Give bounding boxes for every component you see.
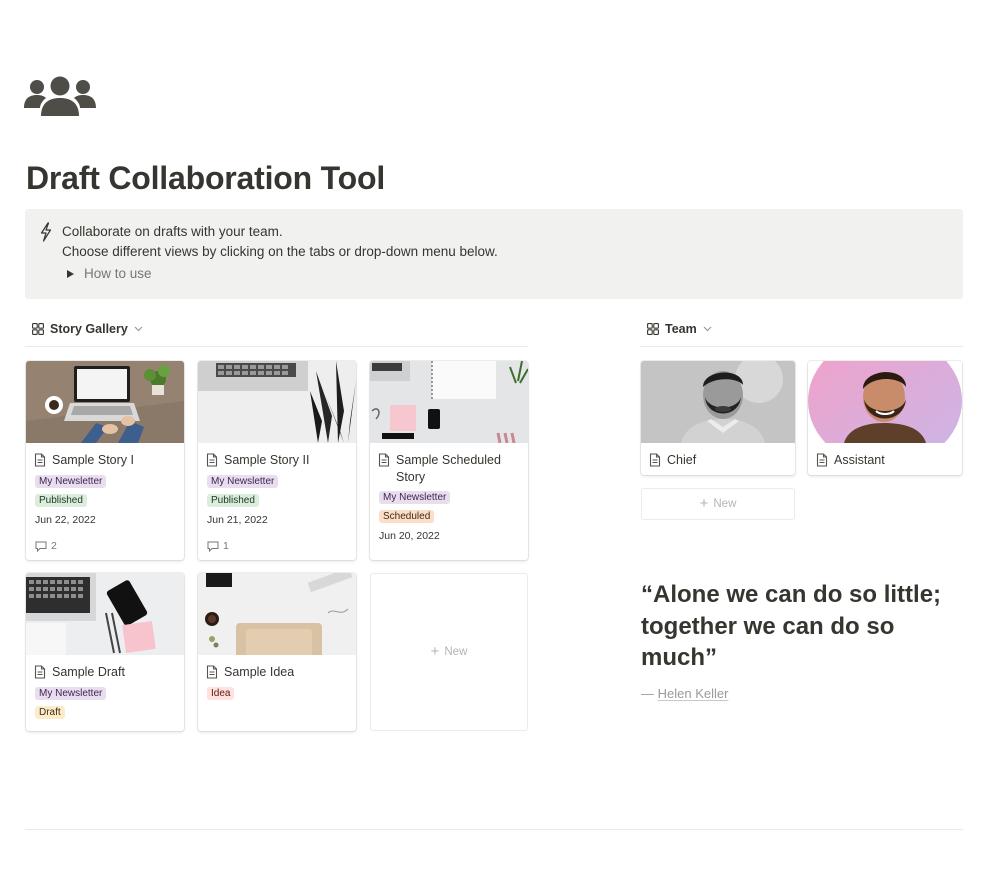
chevron-down-icon[interactable] xyxy=(134,326,143,332)
new-label: New xyxy=(713,498,737,510)
quote-author: — Helen Keller xyxy=(641,686,728,701)
quote-dash: — xyxy=(641,686,658,701)
card-title[interactable]: Sample Idea xyxy=(206,664,294,681)
card-title-text: Assistant xyxy=(834,453,885,467)
how-to-use-toggle[interactable]: How to use xyxy=(67,266,152,281)
card-comments: 2 xyxy=(35,540,57,552)
bottom-divider xyxy=(25,829,963,830)
team-view-tab[interactable]: Team xyxy=(647,322,712,336)
comment-count: 2 xyxy=(51,540,57,552)
page-doc-icon xyxy=(34,453,46,467)
property-tag-status: Scheduled xyxy=(379,510,435,523)
card-title-text: Sample Draft xyxy=(52,665,125,679)
story-card[interactable]: Sample Story II My Newsletter Published … xyxy=(198,361,356,560)
team-card[interactable]: Chief xyxy=(641,361,795,475)
property-tag-status: Published xyxy=(207,494,259,507)
page-title: Draft Collaboration Tool xyxy=(26,160,386,196)
callout-block: Collaborate on drafts with your team. Ch… xyxy=(25,209,963,299)
card-cover-image xyxy=(26,573,184,655)
toggle-label: How to use xyxy=(84,266,152,281)
card-cover-image xyxy=(198,361,356,443)
property-tag-publication: My Newsletter xyxy=(379,491,451,504)
story-card[interactable]: Sample Scheduled Story My Newsletter Sch… xyxy=(370,361,528,560)
card-title[interactable]: Chief xyxy=(649,452,696,469)
card-cover-image xyxy=(808,361,962,443)
lightning-bolt-icon[interactable] xyxy=(39,222,53,242)
card-title[interactable]: Sample Scheduled Story xyxy=(378,452,524,486)
card-cover-image xyxy=(370,361,528,443)
property-tag-publication: My Newsletter xyxy=(35,687,107,700)
quote-text: “Alone we can do so little; together we … xyxy=(641,581,942,671)
comment-icon xyxy=(35,541,47,552)
property-tag-publication: My Newsletter xyxy=(207,475,279,488)
story-gallery-divider xyxy=(25,346,528,347)
comment-icon xyxy=(207,541,219,552)
page-doc-icon xyxy=(206,453,218,467)
add-team-member-button[interactable]: + New xyxy=(641,488,795,520)
card-cover-image xyxy=(641,361,795,443)
story-card[interactable]: Sample Draft My Newsletter Draft xyxy=(26,573,184,731)
chevron-down-icon[interactable] xyxy=(703,326,712,332)
callout-text-line-2: Choose different views by clicking on th… xyxy=(62,244,498,259)
page-doc-icon xyxy=(649,453,661,467)
team-card[interactable]: Assistant xyxy=(808,361,962,475)
card-title-text: Sample Story II xyxy=(224,453,310,467)
team-view-label: Team xyxy=(665,322,697,336)
property-tag-status: Published xyxy=(35,494,87,507)
comment-count: 1 xyxy=(223,540,229,552)
page-doc-icon xyxy=(34,665,46,679)
gallery-grid-icon xyxy=(32,323,44,335)
card-cover-image xyxy=(198,573,356,655)
story-gallery-view-tab[interactable]: Story Gallery xyxy=(32,322,143,336)
card-title[interactable]: Sample Story I xyxy=(34,452,134,469)
card-date: Jun 21, 2022 xyxy=(207,514,268,526)
card-title[interactable]: Sample Draft xyxy=(34,664,125,681)
card-date: Jun 20, 2022 xyxy=(379,530,440,542)
property-tag-publication: My Newsletter xyxy=(35,475,107,488)
story-gallery-view-label: Story Gallery xyxy=(50,322,128,336)
team-divider xyxy=(640,346,963,347)
card-title-text: Sample Story I xyxy=(52,453,134,467)
card-date: Jun 22, 2022 xyxy=(35,514,96,526)
story-card[interactable]: Sample Idea Idea xyxy=(198,573,356,731)
story-card[interactable]: Sample Story I My Newsletter Published J… xyxy=(26,361,184,560)
new-label: New xyxy=(444,646,468,658)
card-title[interactable]: Sample Story II xyxy=(206,452,309,469)
plus-icon: + xyxy=(699,495,709,512)
plus-icon: + xyxy=(430,643,440,660)
card-cover-image xyxy=(26,361,184,443)
property-tag-status: Idea xyxy=(207,687,235,700)
card-title-text: Chief xyxy=(667,453,697,467)
quote-author-link[interactable]: Helen Keller xyxy=(658,686,729,701)
page-doc-icon xyxy=(206,665,218,679)
page-doc-icon xyxy=(378,453,390,467)
team-people-icon[interactable] xyxy=(24,74,96,118)
page-doc-icon xyxy=(816,453,828,467)
card-title[interactable]: Assistant xyxy=(816,452,885,469)
card-title-text: Sample Scheduled Story xyxy=(396,453,501,484)
card-comments: 1 xyxy=(207,540,229,552)
add-story-button[interactable]: + New xyxy=(370,573,528,731)
property-tag-status: Draft xyxy=(35,706,65,719)
toggle-triangle-icon[interactable] xyxy=(67,269,74,278)
gallery-grid-icon xyxy=(647,323,659,335)
callout-text-line-1: Collaborate on drafts with your team. xyxy=(62,224,283,239)
card-title-text: Sample Idea xyxy=(224,665,295,679)
